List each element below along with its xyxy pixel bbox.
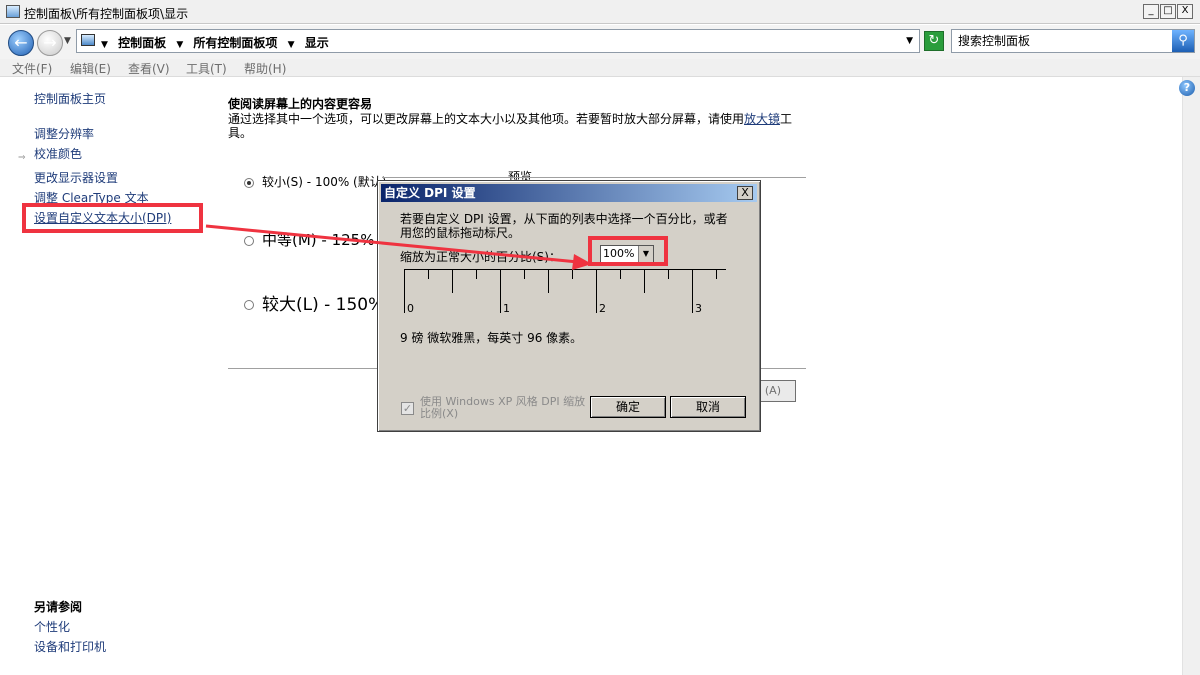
radio-smaller[interactable] — [244, 177, 254, 188]
see-also-personalization[interactable]: 个性化 — [34, 618, 70, 635]
ruler-tick — [428, 269, 429, 279]
sidebar-item-resolution[interactable]: 调整分辨率 — [34, 125, 94, 142]
apply-button[interactable]: (A) — [758, 380, 796, 402]
arrow-right-icon: → — [43, 33, 57, 52]
ruler-tick — [476, 269, 477, 279]
search-icon[interactable]: ⚲ — [1172, 30, 1194, 52]
sidebar-item-home[interactable]: 控制面板主页 — [34, 90, 106, 107]
maximize-button[interactable]: □ — [1160, 4, 1176, 19]
ruler-tick — [620, 269, 621, 279]
ruler-tick — [644, 269, 645, 293]
refresh-icon: ↻ — [928, 33, 940, 48]
ruler-label: 1 — [503, 302, 510, 315]
chevron-down-icon[interactable]: ▼ — [288, 40, 295, 50]
minimize-button[interactable]: _ — [1143, 4, 1159, 19]
custom-dpi-dialog: 自定义 DPI 设置 X 若要自定义 DPI 设置，从下面的列表中选择一个百分比… — [377, 180, 761, 432]
ruler-label: 3 — [695, 302, 702, 315]
option-medium-label: 中等(M) - 125% — [262, 231, 375, 249]
option-smaller-label: 较小(S) - 100% (默认) — [262, 175, 387, 189]
dialog-title: 自定义 DPI 设置 — [384, 186, 476, 200]
xp-style-checkbox[interactable]: ✓ — [401, 402, 414, 415]
menu-file[interactable]: 文件(F) — [12, 60, 52, 77]
see-also-heading: 另请参阅 — [34, 600, 83, 614]
menu-tools[interactable]: 工具(T) — [186, 60, 227, 77]
preview-divider — [382, 177, 806, 178]
sidebar-item-display-settings[interactable]: 更改显示器设置 — [34, 169, 118, 186]
refresh-button[interactable]: ↻ — [924, 31, 944, 51]
page-description: 通过选择其中一个选项，可以更改屏幕上的文本大小以及其他项。若要暂时放大部分屏幕，… — [228, 112, 798, 140]
ruler-tick — [404, 269, 405, 313]
ruler-tick — [500, 269, 501, 313]
option-smaller[interactable]: 较小(S) - 100% (默认) — [244, 173, 386, 190]
address-bar-row: ← → ▼ ▼ 控制面板 ▼ 所有控制面板项 ▼ 显示 ▼ ↻ ⚲ — [0, 25, 1200, 59]
ruler-tick — [548, 269, 549, 293]
dialog-close-button[interactable]: X — [737, 186, 753, 200]
search-input[interactable] — [956, 33, 1168, 49]
ruler-tick — [668, 269, 669, 279]
menu-help[interactable]: 帮助(H) — [244, 60, 286, 77]
search-box[interactable]: ⚲ — [951, 29, 1195, 53]
menu-edit[interactable]: 编辑(E) — [70, 60, 111, 77]
forward-button[interactable]: → — [37, 30, 63, 56]
cancel-button[interactable]: 取消 — [670, 396, 746, 418]
highlight-box-sidebar — [22, 203, 203, 233]
menu-bar: 文件(F) 编辑(E) 查看(V) 工具(T) 帮助(H) — [0, 59, 1200, 77]
ruler-tick — [524, 269, 525, 279]
radio-larger[interactable] — [244, 300, 254, 310]
help-icon[interactable]: ? — [1179, 80, 1195, 96]
address-bar[interactable]: ▼ 控制面板 ▼ 所有控制面板项 ▼ 显示 ▼ — [76, 29, 920, 53]
control-panel-icon — [81, 34, 95, 46]
page-title: 使阅读屏幕上的内容更容易 — [228, 97, 373, 111]
arrow-left-icon: ← — [14, 33, 28, 52]
vertical-scrollbar[interactable] — [1182, 77, 1200, 675]
title-bar: 控制面板\所有控制面板项\显示 _ □ X — [0, 0, 1200, 24]
breadcrumb: ▼ 控制面板 ▼ 所有控制面板项 ▼ 显示 — [101, 34, 335, 51]
xp-style-label: 使用 Windows XP 风格 DPI 缩放比例(X) — [420, 395, 586, 420]
breadcrumb-all-items[interactable]: 所有控制面板项 — [193, 34, 277, 51]
ruler-label: 0 — [407, 302, 414, 315]
chevron-down-icon[interactable]: ▼ — [176, 40, 183, 50]
font-info: 9 磅 微软雅黑，每英寸 96 像素。 — [400, 331, 583, 345]
menu-view[interactable]: 查看(V) — [128, 60, 170, 77]
option-larger-label: 较大(L) - 150% — [262, 295, 385, 315]
chevron-down-icon[interactable]: ▼ — [101, 40, 108, 50]
ruler-label: 2 — [599, 302, 606, 315]
option-larger[interactable]: 较大(L) - 150% — [244, 290, 384, 315]
scale-label: 缩放为正常大小的百分比(S)： — [400, 250, 561, 264]
dpi-ruler[interactable]: 0 1 2 3 — [404, 269, 726, 315]
recent-pages-dropdown[interactable]: ▼ — [64, 36, 71, 46]
see-also-devices-printers[interactable]: 设备和打印机 — [34, 638, 106, 655]
dialog-description: 若要自定义 DPI 设置，从下面的列表中选择一个百分比，或者用您的鼠标拖动标尺。 — [400, 212, 728, 240]
ruler-tick — [452, 269, 453, 293]
close-button[interactable]: X — [1177, 4, 1193, 19]
address-history-dropdown[interactable]: ▼ — [906, 36, 913, 46]
highlight-box-dropdown — [588, 236, 668, 266]
breadcrumb-display[interactable]: 显示 — [305, 34, 329, 51]
ruler-tick — [596, 269, 597, 313]
description-text: 通过选择其中一个选项，可以更改屏幕上的文本大小以及其他项。若要暂时放大部分屏幕，… — [228, 112, 745, 126]
ruler-tick — [692, 269, 693, 313]
option-medium[interactable]: 中等(M) - 125% — [244, 229, 374, 250]
ruler-tick — [572, 269, 573, 279]
control-panel-icon — [6, 5, 20, 18]
bullet-icon: ⇒ — [18, 153, 26, 163]
sidebar-item-calibrate-color[interactable]: 校准颜色 — [34, 145, 82, 162]
radio-medium[interactable] — [244, 235, 254, 246]
magnifier-link[interactable]: 放大镜 — [744, 112, 780, 126]
ruler-tick — [716, 269, 717, 279]
ok-button[interactable]: 确定 — [590, 396, 666, 418]
breadcrumb-control-panel[interactable]: 控制面板 — [118, 34, 166, 51]
dialog-title-bar: 自定义 DPI 设置 X — [381, 184, 757, 202]
back-button[interactable]: ← — [8, 30, 34, 56]
window-title: 控制面板\所有控制面板项\显示 — [24, 7, 189, 21]
